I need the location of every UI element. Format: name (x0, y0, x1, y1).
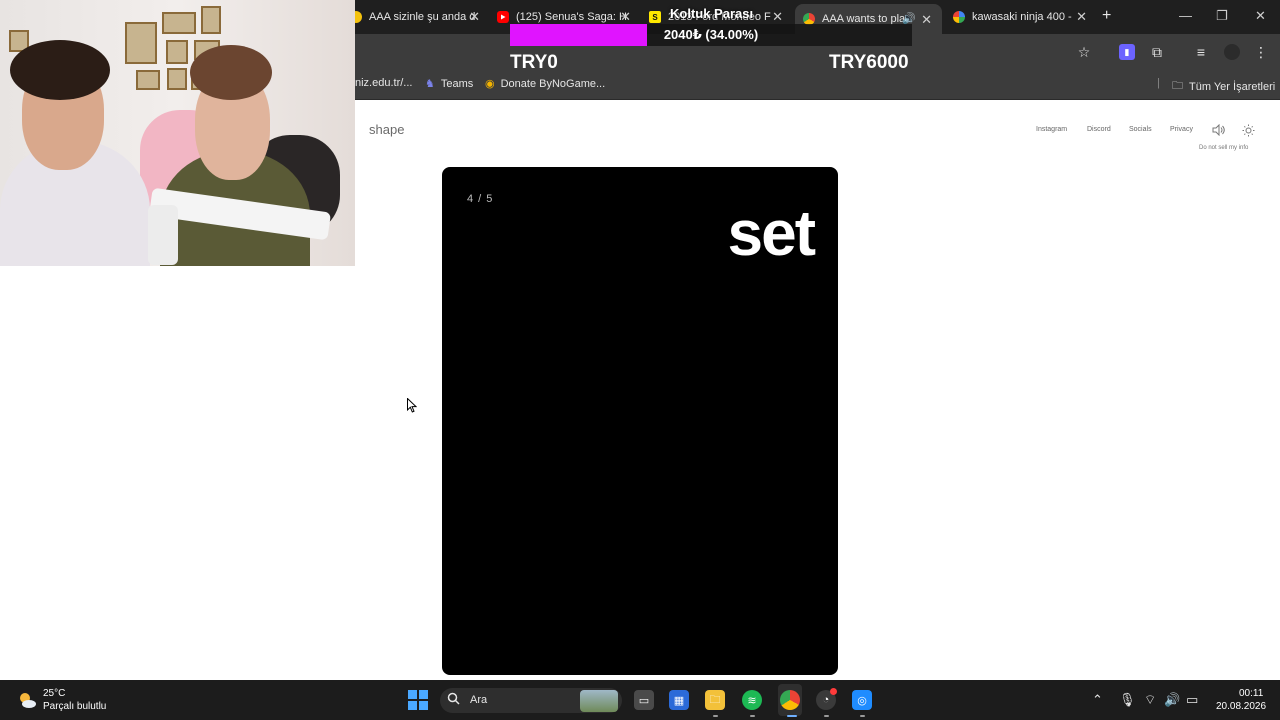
do-not-sell-link[interactable]: Do not sell my info (1199, 145, 1248, 151)
tab-5[interactable]: kawasaki ninja 400 - ✕ (953, 6, 1087, 28)
weather-description[interactable]: Parçalı bulutlu (43, 701, 106, 712)
minimize-icon[interactable]: — (1179, 8, 1192, 23)
recording-badge (830, 688, 837, 695)
tab-1[interactable]: AAA sizinle şu anda d ✕ (350, 6, 480, 28)
card-word: set (727, 197, 816, 269)
all-bookmarks-label: Tüm Yer İşaretleri (1189, 80, 1276, 93)
extension-icon[interactable]: ▮ (1119, 44, 1135, 60)
task-view-icon[interactable]: ▭ (634, 690, 654, 710)
spotify-icon[interactable]: ≋ (742, 690, 762, 710)
bookmark-teams-label: Teams (440, 77, 474, 90)
goal-min-label: TRY0 (510, 52, 558, 73)
sahibinden-icon: S (649, 11, 661, 23)
close-icon[interactable]: ✕ (469, 9, 480, 25)
donate-icon: ◉ (485, 78, 495, 90)
restore-icon[interactable]: ❐ (1216, 8, 1228, 24)
microsoft-store-icon[interactable]: ▦ (669, 690, 689, 710)
app-icon[interactable]: ◎ (852, 690, 872, 710)
volume-icon[interactable]: 🔊 (1164, 692, 1180, 708)
bookmark-url[interactable]: niz.edu.tr/... (355, 77, 412, 89)
weather-temperature[interactable]: 25°C (43, 688, 65, 699)
page-logo[interactable]: shape (369, 122, 404, 137)
goal-progress-bar: 2040₺ (34.00%) (510, 24, 912, 46)
nav-discord[interactable]: Discord (1087, 126, 1111, 133)
nav-privacy[interactable]: Privacy (1170, 126, 1193, 133)
bookmark-donate[interactable]: ◉ Donate ByNoGame... (485, 77, 606, 91)
media-control-icon[interactable]: ≡ (1193, 44, 1209, 60)
bookmark-star-icon[interactable]: ☆ (1076, 44, 1092, 60)
search-placeholder[interactable]: Ara (470, 694, 487, 706)
theme-toggle-icon[interactable] (1242, 124, 1255, 140)
chrome-taskbar-icon[interactable] (780, 690, 800, 710)
teams-icon: ♞ (425, 78, 435, 90)
window-close-icon[interactable]: ✕ (1255, 8, 1266, 24)
youtube-icon (497, 11, 509, 23)
close-icon[interactable]: ✕ (620, 9, 631, 25)
nav-instagram[interactable]: Instagram (1036, 126, 1067, 133)
goal-max-label: TRY6000 (829, 52, 909, 73)
windows-start-icon[interactable] (408, 690, 428, 710)
bookmarks-divider: | (1157, 77, 1160, 89)
nav-socials[interactable]: Socials (1129, 126, 1152, 133)
battery-icon[interactable]: ▭ (1186, 692, 1198, 708)
extensions-puzzle-icon[interactable]: ⧉ (1149, 44, 1165, 60)
folder-icon: 🗀 (1172, 80, 1183, 92)
clock-time[interactable]: 00:11 (1239, 688, 1263, 699)
microphone-icon[interactable]: 🎙 (1119, 692, 1136, 708)
search-icon (447, 692, 460, 708)
close-icon[interactable]: ✕ (921, 12, 932, 28)
wifi-icon[interactable]: ⌔ (1144, 692, 1156, 708)
clock-date[interactable]: 20.08.2026 (1216, 701, 1266, 712)
search-highlight-image[interactable] (580, 690, 618, 712)
goal-title: Koltuk Parası (670, 6, 754, 21)
bookmark-teams[interactable]: ♞ Teams (425, 77, 474, 91)
profile-icon[interactable] (1224, 44, 1240, 60)
new-tab-icon[interactable]: + (1102, 7, 1111, 25)
weather-partly-cloudy-icon[interactable] (16, 689, 38, 711)
file-explorer-icon[interactable]: 🗀 (705, 690, 725, 710)
sound-icon[interactable] (1212, 123, 1225, 139)
bookmark-donate-label: Donate ByNoGame... (500, 77, 606, 90)
card-counter: 4 / 5 (467, 193, 494, 205)
goal-progress-text: 2040₺ (34.00%) (663, 27, 759, 42)
tab-2-title: (125) Senua's Saga: H (516, 11, 627, 23)
google-icon (953, 11, 965, 23)
close-icon[interactable]: ✕ (772, 9, 783, 25)
close-icon[interactable]: ✕ (1076, 9, 1087, 25)
all-bookmarks[interactable]: 🗀 Tüm Yer İşaretleri (1172, 77, 1275, 96)
menu-kebab-icon[interactable]: ⋮ (1253, 44, 1269, 60)
tray-overflow-chevron-icon[interactable]: ⌃ (1092, 692, 1103, 708)
webcam-feed (0, 0, 355, 266)
tab-5-title: kawasaki ninja 400 - (972, 11, 1072, 23)
tab-1-title: AAA sizinle şu anda d (369, 11, 476, 23)
